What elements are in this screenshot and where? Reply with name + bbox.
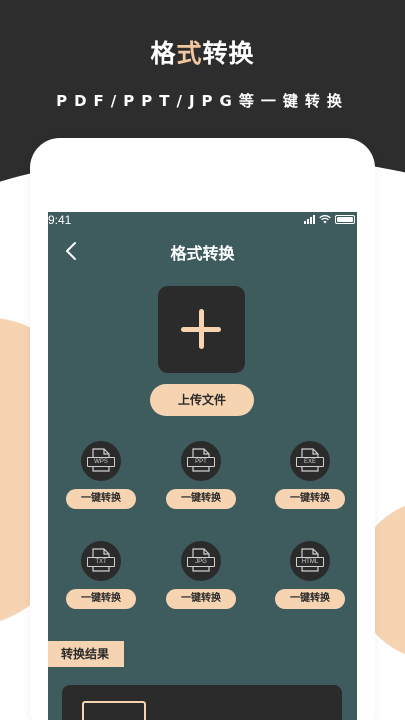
format-icon-button-txt[interactable]: TXT — [81, 541, 121, 581]
status-icons — [304, 215, 355, 224]
format-icon-button-html[interactable]: HTML — [290, 541, 330, 581]
battery-icon — [335, 215, 355, 224]
convert-button-jpg[interactable]: 一键转换 — [166, 589, 236, 609]
upload-add-tile[interactable] — [158, 286, 245, 373]
format-tool-txt: TXT 一键转换 — [66, 541, 136, 611]
promo-title-prefix: 格 — [150, 39, 177, 68]
promo-title-suffix: 转换 — [202, 39, 255, 68]
promo-title: 格式转换 — [0, 34, 405, 70]
format-tool-jpg: JPG 一键转换 — [166, 541, 236, 611]
format-label-wps: WPS — [87, 457, 115, 467]
result-card[interactable] — [62, 685, 342, 720]
format-icon-button-wps[interactable]: WPS — [81, 441, 121, 481]
format-tool-html: HTML 一键转换 — [275, 541, 345, 611]
convert-button-txt[interactable]: 一键转换 — [66, 589, 136, 609]
format-label-txt: TXT — [87, 557, 115, 567]
page-title: 格式转换 — [170, 244, 235, 263]
format-label-ppt: PPT — [187, 457, 215, 467]
format-tool-wps: WPS 一键转换 — [66, 441, 136, 511]
format-label-exe: EXE — [296, 457, 324, 467]
convert-button-ppt[interactable]: 一键转换 — [166, 489, 236, 509]
status-time: 9:41 — [48, 213, 72, 227]
format-icon-button-jpg[interactable]: JPG — [181, 541, 221, 581]
promo-title-accent: 式 — [176, 39, 203, 68]
format-tool-ppt: PPT 一键转换 — [166, 441, 236, 511]
format-label-jpg: JPG — [187, 557, 215, 567]
convert-button-wps[interactable]: 一键转换 — [66, 489, 136, 509]
promo-subtitle: PDF/PPT/JPG等一键转换 — [56, 92, 349, 110]
format-icon-button-exe[interactable]: EXE — [290, 441, 330, 481]
upload-file-button[interactable]: 上传文件 — [150, 384, 254, 416]
format-label-html: HTML — [296, 557, 324, 567]
wifi-icon — [319, 215, 331, 224]
format-icon-button-ppt[interactable]: PPT — [181, 441, 221, 481]
convert-button-exe[interactable]: 一键转换 — [275, 489, 345, 509]
result-thumbnail — [82, 701, 146, 720]
convert-button-html[interactable]: 一键转换 — [275, 589, 345, 609]
result-section-label: 转换结果 — [48, 641, 124, 667]
signal-icon — [304, 215, 315, 224]
format-tool-exe: EXE 一键转换 — [275, 441, 345, 511]
app-screen: 9:41 格式转换 上传文件 WPS 一键转换 PPT 一键转换 EXE 一键转… — [48, 212, 357, 720]
